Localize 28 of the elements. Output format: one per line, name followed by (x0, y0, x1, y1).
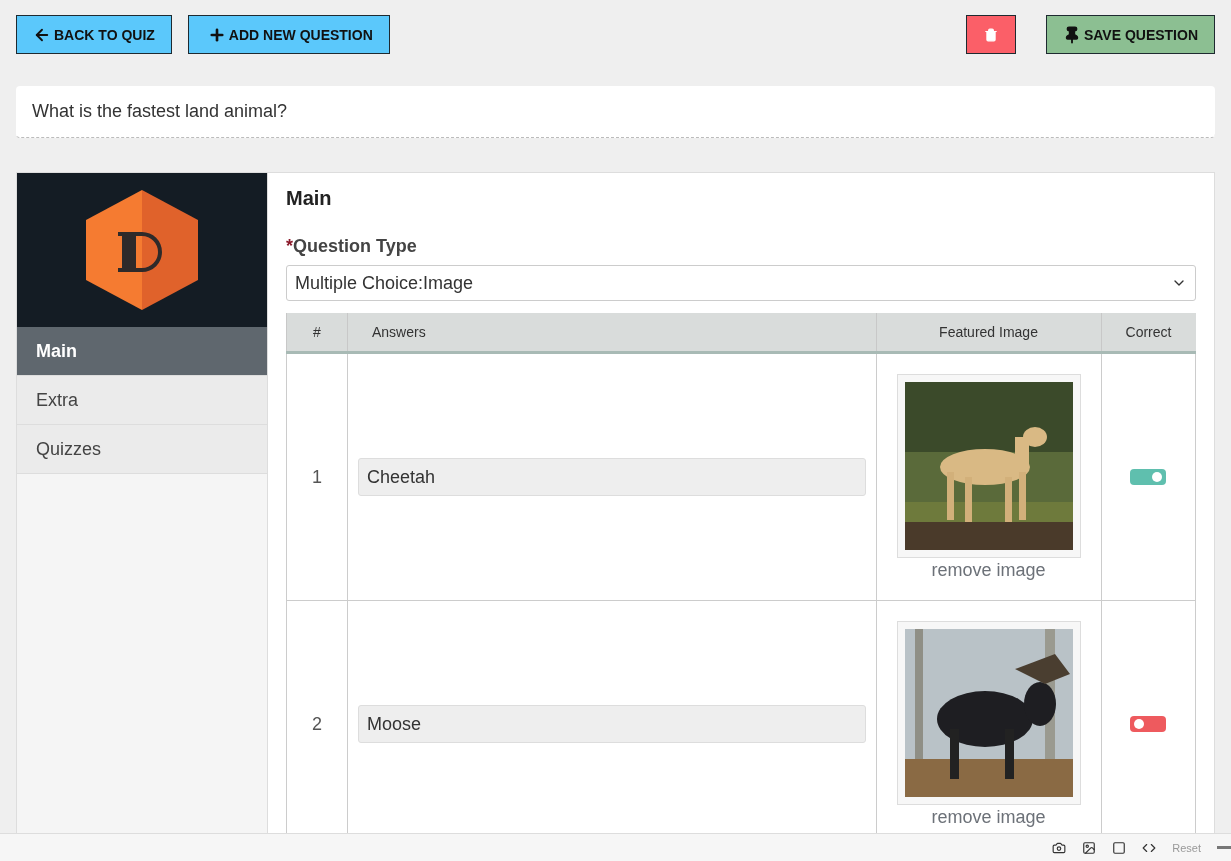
field-label: *Question Type (286, 236, 418, 257)
remove-image-link[interactable]: remove image (931, 806, 1046, 828)
correct-toggle[interactable] (1130, 716, 1167, 732)
logo-icon (86, 190, 198, 310)
question-type-select[interactable]: Multiple Choice:Image (286, 265, 1196, 301)
column-header: Answers (347, 313, 876, 353)
section-title: Main (286, 187, 333, 210)
sidebar-item[interactable]: Extra (17, 376, 267, 425)
slider-handle[interactable] (1217, 846, 1231, 849)
trash-icon (983, 27, 998, 42)
save-question-button[interactable]: SAVE QUESTION (1045, 15, 1215, 54)
add-question-button[interactable]: ADD NEW QUESTION (187, 15, 390, 54)
column-header: Featured Image (876, 313, 1101, 353)
camera-icon[interactable] (1052, 840, 1067, 855)
delete-button[interactable] (965, 15, 1016, 54)
back-button[interactable]: BACK TO QUIZ (16, 15, 172, 54)
answer-field[interactable]: Moose (358, 705, 866, 743)
remove-image-link[interactable]: remove image (931, 559, 1046, 581)
column-header: Correct (1101, 313, 1196, 353)
frame-icon[interactable] (1112, 840, 1127, 855)
column-header: # (286, 313, 348, 353)
image-icon[interactable] (1082, 840, 1097, 855)
correct-toggle[interactable] (1130, 469, 1167, 485)
question-field[interactable]: What is the fastest land animal? (16, 86, 1215, 138)
row-number: 1 (286, 352, 348, 601)
sidebar-item[interactable]: Main (17, 327, 267, 376)
sidebar-item[interactable]: Quizzes (17, 425, 267, 474)
answer-field[interactable]: Cheetah (358, 458, 866, 496)
